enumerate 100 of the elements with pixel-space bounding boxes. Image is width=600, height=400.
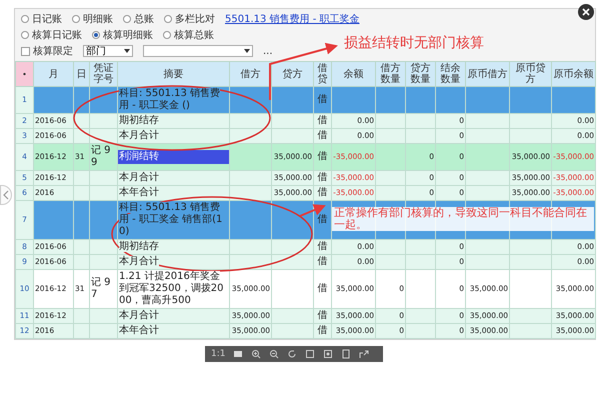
table-cell: 科目: 5501.13 销售费用 - 职工奖金 销售部(10) [118, 200, 230, 240]
view-radio-option[interactable]: 多栏比对 [164, 12, 215, 26]
view-radio-option[interactable]: 核算总账 [163, 28, 214, 42]
focused-cell[interactable]: 利润结转 [118, 150, 229, 164]
table-cell [466, 240, 510, 254]
column-header[interactable]: 摘要 [118, 62, 230, 86]
actual-size-button[interactable]: 1:1 [211, 349, 226, 359]
column-header[interactable]: 借贷 [314, 62, 332, 86]
table-cell [272, 324, 314, 338]
column-header[interactable]: 结余数量 [436, 62, 466, 86]
zoom-out-icon[interactable] [269, 349, 280, 359]
table-cell [406, 86, 436, 114]
table-cell [376, 240, 406, 254]
column-header[interactable]: 贷方 [272, 62, 314, 86]
table-cell [376, 114, 406, 128]
checkbox[interactable] [21, 46, 30, 56]
table-cell [510, 86, 552, 114]
table-cell: 本月合计 [118, 128, 230, 144]
table-cell [230, 240, 272, 254]
table-cell [332, 86, 376, 114]
view-radio-option[interactable]: 核算明细账 [92, 28, 153, 42]
table-cell [510, 254, 552, 270]
close-icon [582, 8, 590, 16]
column-header[interactable]: 日 [74, 62, 90, 86]
column-header[interactable]: 借方数量 [376, 62, 406, 86]
table-cell [510, 308, 552, 324]
column-header[interactable]: 原币贷方 [510, 62, 552, 86]
table-cell [466, 254, 510, 270]
table-cell [90, 308, 118, 324]
page-icon[interactable] [341, 349, 352, 359]
column-header[interactable]: 余额 [332, 62, 376, 86]
table-cell: 记 99 [90, 144, 118, 170]
annotation-text: 正常操作有部门核算的，导致这同一科目不能合同在一起。 [332, 207, 594, 232]
table-cell [74, 200, 90, 240]
table-cell [376, 144, 406, 170]
zoom-in-icon[interactable] [251, 349, 262, 359]
table-cell [406, 254, 436, 270]
column-header[interactable]: 原币余额 [552, 62, 596, 86]
radio-button[interactable] [21, 15, 29, 23]
table-cell: 本月合计 [118, 170, 230, 186]
table-cell [466, 186, 510, 200]
view-radio-option[interactable]: 明细账 [72, 12, 113, 26]
table-cell: 本年合计 [118, 324, 230, 338]
table-cell [272, 128, 314, 144]
table-cell [376, 254, 406, 270]
column-header[interactable]: 月 [34, 62, 74, 86]
table-cell [466, 86, 510, 114]
table-cell [376, 170, 406, 186]
table-cell [90, 186, 118, 200]
table-cell [272, 308, 314, 324]
radio-button[interactable] [92, 31, 100, 39]
table-cell [406, 114, 436, 128]
column-header[interactable]: 借方 [230, 62, 272, 86]
column-header[interactable]: 凭证字号 [90, 62, 118, 86]
table-cell [436, 86, 466, 114]
dimension-dropdown[interactable]: 部门 [83, 45, 133, 57]
view-radio-option[interactable]: 日记账 [21, 12, 62, 26]
table-cell: 记 97 [90, 270, 118, 308]
table-cell [466, 170, 510, 186]
table-cell: 本月合计 [118, 254, 230, 270]
caret-icon [124, 49, 130, 53]
column-header[interactable]: 原币借方 [466, 62, 510, 86]
view-radio-option[interactable]: 核算日记账 [21, 28, 82, 42]
column-header[interactable]: • [16, 62, 34, 86]
table-cell [230, 170, 272, 186]
close-button[interactable] [578, 4, 594, 20]
column-header[interactable]: 贷方数量 [406, 62, 436, 86]
radio-button[interactable] [21, 31, 29, 39]
table-cell: 借 [314, 144, 332, 170]
radio-button[interactable] [72, 15, 80, 23]
previous-button[interactable] [0, 185, 12, 205]
table-cell [376, 128, 406, 144]
radio-button[interactable] [123, 15, 131, 23]
table-cell [406, 270, 436, 308]
rotate-icon[interactable] [287, 349, 298, 359]
table-cell [510, 114, 552, 128]
fit-screen-icon[interactable] [233, 349, 244, 359]
account-link[interactable]: 5501.13 销售费用 - 职工奖金 [225, 12, 360, 26]
caret-icon [244, 49, 250, 53]
table-cell [230, 200, 272, 240]
table-cell [90, 324, 118, 338]
table-cell [272, 114, 314, 128]
share-icon[interactable] [359, 349, 370, 359]
table-cell: 本月合计 [118, 308, 230, 324]
table-cell [510, 128, 552, 144]
table-cell [272, 86, 314, 114]
chevron-left-icon [3, 190, 9, 200]
more-text[interactable]: ... [263, 46, 273, 56]
radio-button[interactable] [164, 15, 172, 23]
table-cell [510, 324, 552, 338]
table-cell [406, 324, 436, 338]
radio-button[interactable] [163, 31, 171, 39]
view-radio-option[interactable]: 总账 [123, 12, 154, 26]
table-cell: 借 [314, 270, 332, 308]
table-cell [90, 114, 118, 128]
table-cell [90, 170, 118, 186]
table-cell [376, 186, 406, 200]
annotation-text: 损益结转时无部门核算 [343, 36, 485, 52]
table-cell: 期初结存 [118, 114, 230, 128]
filter-checkbox-option[interactable]: 核算限定 [21, 44, 73, 58]
